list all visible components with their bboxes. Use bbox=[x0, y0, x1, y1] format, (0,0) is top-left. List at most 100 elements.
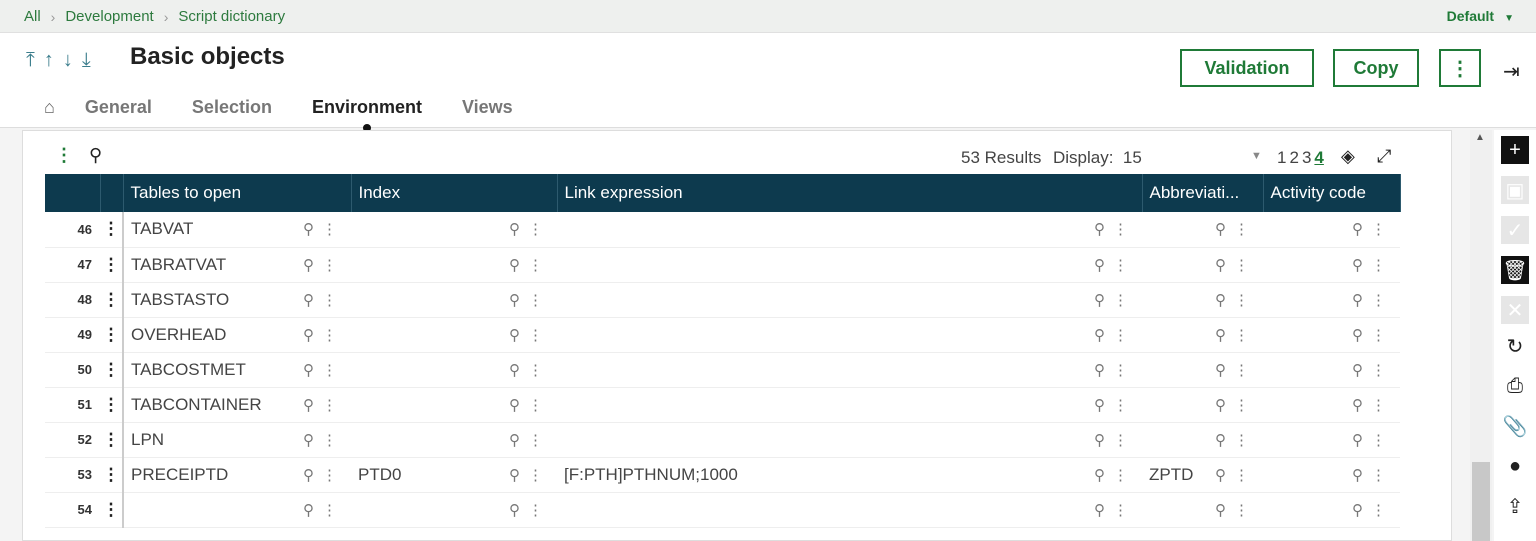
breadcrumb-development[interactable]: Development bbox=[65, 8, 153, 25]
vertical-dots-icon[interactable]: ⋮ bbox=[1113, 326, 1128, 344]
vertical-dots-icon[interactable]: ⋮ bbox=[1234, 361, 1249, 379]
table-row[interactable]: 50 ⋮ TABCOSTMET ⚲ ⋮ ⚲ ⋮ ⚲ ⋮ ⚲ ⋮ ⚲ ⋮ bbox=[45, 352, 1400, 388]
abbreviation-cell[interactable]: ⚲ ⋮ bbox=[1142, 212, 1263, 248]
search-icon[interactable]: ⚲ bbox=[1094, 466, 1105, 484]
page-link[interactable]: 2 bbox=[1289, 148, 1298, 168]
tables-cell[interactable]: LPN ⚲ ⋮ bbox=[123, 422, 351, 458]
tables-cell[interactable]: OVERHEAD ⚲ ⋮ bbox=[123, 317, 351, 353]
search-icon[interactable]: ⚲ bbox=[303, 431, 314, 449]
vertical-dots-icon[interactable]: ⋮ bbox=[1371, 396, 1386, 414]
search-icon[interactable]: ⚲ bbox=[1094, 431, 1105, 449]
row-menu-icon[interactable]: ⋮ bbox=[100, 247, 124, 283]
vertical-dots-icon[interactable]: ⋮ bbox=[1371, 361, 1386, 379]
vertical-dots-icon[interactable]: ⋮ bbox=[1234, 326, 1249, 344]
activity-cell[interactable]: ⚲ ⋮ bbox=[1263, 352, 1400, 388]
row-menu-icon[interactable]: ⋮ bbox=[100, 422, 124, 458]
previous-record-icon[interactable]: ↑ bbox=[44, 49, 54, 72]
index-cell[interactable]: ⚲ ⋮ bbox=[351, 282, 557, 318]
search-icon[interactable]: ⚲ bbox=[1094, 361, 1105, 379]
page-link[interactable]: 3 bbox=[1302, 148, 1311, 168]
vertical-dots-icon[interactable]: ⋮ bbox=[1113, 501, 1128, 519]
search-icon[interactable]: ⚲ bbox=[509, 256, 520, 274]
row-menu-icon[interactable]: ⋮ bbox=[100, 492, 124, 528]
home-icon[interactable]: ⌂ bbox=[44, 97, 55, 118]
abbreviation-cell[interactable]: ⚲ ⋮ bbox=[1142, 422, 1263, 458]
search-icon[interactable]: ⚲ bbox=[303, 466, 314, 484]
search-icon[interactable]: ⚲ bbox=[1094, 396, 1105, 414]
search-icon[interactable]: ⚲ bbox=[509, 326, 520, 344]
vertical-dots-icon[interactable]: ⋮ bbox=[1234, 291, 1249, 309]
column-header-tables[interactable]: Tables to open bbox=[123, 174, 352, 212]
vertical-dots-icon[interactable]: ⋮ bbox=[1113, 431, 1128, 449]
vertical-dots-icon[interactable]: ⋮ bbox=[1113, 220, 1128, 238]
search-icon[interactable]: ⚲ bbox=[1215, 256, 1226, 274]
vertical-dots-icon[interactable]: ⋮ bbox=[1371, 466, 1386, 484]
comment-icon[interactable]: ● bbox=[1501, 452, 1529, 480]
more-actions-button[interactable]: ⋮ bbox=[1439, 49, 1481, 87]
abbreviation-cell[interactable]: ⚲ ⋮ bbox=[1142, 282, 1263, 318]
abbreviation-cell[interactable]: ⚲ ⋮ bbox=[1142, 387, 1263, 423]
copy-button[interactable]: Copy bbox=[1333, 49, 1419, 87]
search-icon[interactable]: ⚲ bbox=[509, 466, 520, 484]
row-menu-icon[interactable]: ⋮ bbox=[100, 457, 124, 493]
row-menu-icon[interactable]: ⋮ bbox=[100, 282, 124, 318]
search-icon[interactable]: ⚲ bbox=[1215, 291, 1226, 309]
link-cell[interactable]: ⚲ ⋮ bbox=[557, 212, 1142, 248]
table-row[interactable]: 49 ⋮ OVERHEAD ⚲ ⋮ ⚲ ⋮ ⚲ ⋮ ⚲ ⋮ ⚲ ⋮ bbox=[45, 317, 1400, 353]
search-icon[interactable]: ⚲ bbox=[303, 361, 314, 379]
vertical-dots-icon[interactable]: ⋮ bbox=[1234, 220, 1249, 238]
vertical-dots-icon[interactable]: ⋮ bbox=[528, 501, 543, 519]
vertical-dots-icon[interactable]: ⋮ bbox=[1371, 501, 1386, 519]
vertical-dots-icon[interactable]: ⋮ bbox=[322, 501, 337, 519]
search-icon[interactable]: ⚲ bbox=[1094, 256, 1105, 274]
table-row[interactable]: 52 ⋮ LPN ⚲ ⋮ ⚲ ⋮ ⚲ ⋮ ⚲ ⋮ ⚲ ⋮ bbox=[45, 422, 1400, 458]
refresh-icon[interactable]: ↻ bbox=[1501, 332, 1529, 360]
search-icon[interactable]: ⚲ bbox=[509, 431, 520, 449]
breadcrumb-all[interactable]: All bbox=[24, 8, 41, 25]
activity-cell[interactable]: ⚲ ⋮ bbox=[1263, 492, 1400, 528]
link-cell[interactable]: ⚲ ⋮ bbox=[557, 387, 1142, 423]
search-icon[interactable]: ⚲ bbox=[1094, 220, 1105, 238]
next-record-icon[interactable]: ↓ bbox=[63, 49, 73, 72]
vertical-dots-icon[interactable]: ⋮ bbox=[528, 326, 543, 344]
search-icon[interactable]: ⚲ bbox=[509, 501, 520, 519]
search-icon[interactable]: ⚲ bbox=[303, 256, 314, 274]
table-row[interactable]: 47 ⋮ TABRATVAT ⚲ ⋮ ⚲ ⋮ ⚲ ⋮ ⚲ ⋮ ⚲ ⋮ bbox=[45, 247, 1400, 283]
table-row[interactable]: 51 ⋮ TABCONTAINER ⚲ ⋮ ⚲ ⋮ ⚲ ⋮ ⚲ ⋮ ⚲ ⋮ bbox=[45, 387, 1400, 423]
vertical-dots-icon[interactable]: ⋮ bbox=[1113, 396, 1128, 414]
link-cell[interactable]: ⚲ ⋮ bbox=[557, 422, 1142, 458]
scrollbar[interactable]: ▲ bbox=[1470, 130, 1492, 541]
search-icon[interactable]: ⚲ bbox=[1352, 326, 1363, 344]
last-record-icon[interactable]: ⤓ bbox=[82, 49, 91, 72]
index-cell[interactable]: ⚲ ⋮ bbox=[351, 492, 557, 528]
abbreviation-cell[interactable]: ZPTD ⚲ ⋮ bbox=[1142, 457, 1263, 493]
layers-icon[interactable]: ◈ bbox=[1341, 146, 1355, 167]
print-icon[interactable]: ⎙ bbox=[1501, 372, 1529, 400]
tables-cell[interactable]: ⚲ ⋮ bbox=[123, 492, 351, 528]
table-row[interactable]: 46 ⋮ TABVAT ⚲ ⋮ ⚲ ⋮ ⚲ ⋮ ⚲ ⋮ ⚲ ⋮ bbox=[45, 212, 1400, 248]
link-cell[interactable]: ⚲ ⋮ bbox=[557, 492, 1142, 528]
vertical-dots-icon[interactable]: ⋮ bbox=[528, 396, 543, 414]
vertical-dots-icon[interactable]: ⋮ bbox=[322, 466, 337, 484]
tables-cell[interactable]: TABRATVAT ⚲ ⋮ bbox=[123, 247, 351, 283]
row-menu-icon[interactable]: ⋮ bbox=[100, 317, 124, 353]
scroll-up-icon[interactable]: ▲ bbox=[1475, 132, 1485, 143]
search-icon[interactable]: ⚲ bbox=[1352, 291, 1363, 309]
table-row[interactable]: 53 ⋮ PRECEIPTD ⚲ ⋮ PTD0 ⚲ ⋮ [F:PTH]PTHNUM;1000 ⚲ ⋮… bbox=[45, 457, 1400, 493]
vertical-dots-icon[interactable]: ⋮ bbox=[322, 291, 337, 309]
tables-cell[interactable]: TABSTASTO ⚲ ⋮ bbox=[123, 282, 351, 318]
vertical-dots-icon[interactable]: ⋮ bbox=[1234, 396, 1249, 414]
vertical-dots-icon[interactable]: ⋮ bbox=[1371, 256, 1386, 274]
search-icon[interactable]: ⚲ bbox=[303, 326, 314, 344]
column-header-link[interactable]: Link expression bbox=[557, 174, 1143, 212]
vertical-dots-icon[interactable]: ⋮ bbox=[1113, 291, 1128, 309]
vertical-dots-icon[interactable]: ⋮ bbox=[322, 326, 337, 344]
vertical-dots-icon[interactable]: ⋮ bbox=[1371, 220, 1386, 238]
abbreviation-cell[interactable]: ⚲ ⋮ bbox=[1142, 492, 1263, 528]
search-icon[interactable]: ⚲ bbox=[1215, 326, 1226, 344]
search-icon[interactable]: ⚲ bbox=[1352, 501, 1363, 519]
breadcrumb-script-dictionary[interactable]: Script dictionary bbox=[178, 8, 285, 25]
vertical-dots-icon[interactable]: ⋮ bbox=[322, 361, 337, 379]
search-icon[interactable]: ⚲ bbox=[303, 291, 314, 309]
column-header-activity[interactable]: Activity code bbox=[1263, 174, 1401, 212]
